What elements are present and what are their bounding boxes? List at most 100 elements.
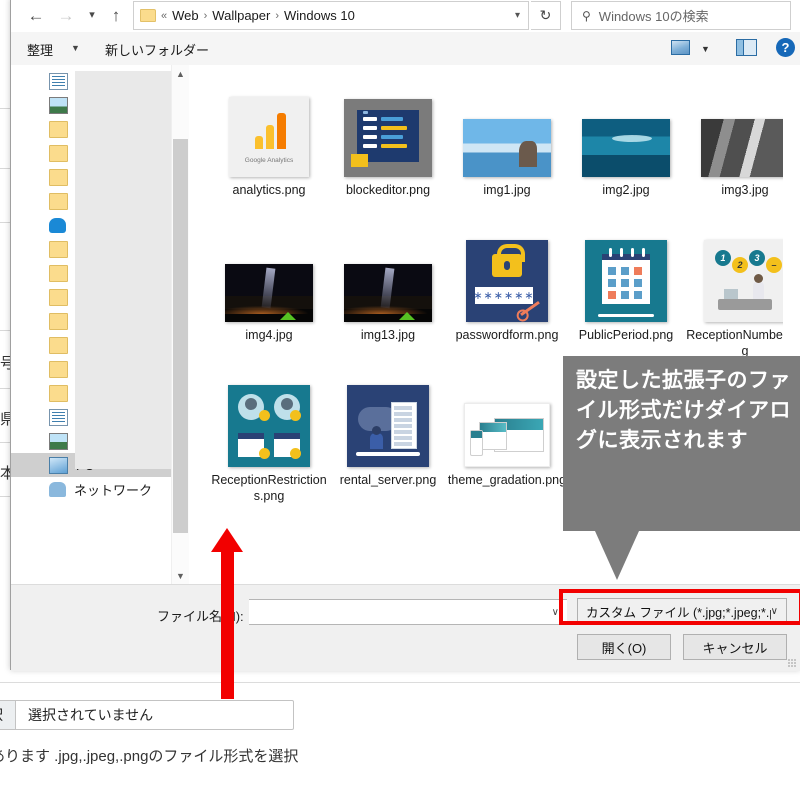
folder-icon (49, 360, 68, 378)
cancel-button[interactable]: キャンセル (683, 634, 787, 660)
forward-button[interactable]: → (53, 2, 79, 28)
annotation-callout: 設定した拡張子のファイル形式だけダイアログに表示されます (563, 356, 800, 531)
file-tile[interactable]: img4.jpg (209, 222, 329, 343)
breadcrumb-overflow[interactable]: « (156, 10, 172, 22)
filename-chevron-down-icon[interactable]: ∨ (552, 607, 559, 618)
file-name-label: img2.jpg (602, 183, 650, 197)
file-thumbnail (209, 222, 329, 322)
thumbnail-image: 1 2 3– (704, 240, 786, 322)
file-name-label: analytics.png (232, 183, 306, 197)
file-thumbnail (566, 222, 686, 322)
breadcrumb-item-wallpaper[interactable]: Wallpaper (212, 8, 270, 23)
thumbnail-image (463, 119, 551, 177)
file-tile[interactable]: img2.jpg (566, 77, 686, 198)
file-open-dialog: ← → ▾ ↑ « Web › Wallpaper › Windows 10 ▾… (10, 0, 800, 671)
help-button[interactable]: ? (776, 38, 795, 57)
redacted-folder-names-overlay (75, 71, 172, 343)
document-icon (49, 72, 68, 90)
new-folder-button[interactable]: 新しいフォルダー (105, 40, 209, 59)
thumbnail-image (344, 264, 432, 322)
file-tile[interactable]: rental_server.png (328, 367, 448, 488)
search-input[interactable]: Windows 10の検索 (599, 6, 709, 25)
refresh-icon[interactable]: ↻ (531, 1, 561, 30)
folder-icon (49, 384, 68, 402)
file-tile[interactable]: theme_gradation.png (447, 367, 567, 488)
breadcrumb-separator: › (275, 9, 280, 22)
choose-file-button[interactable]: 選択 (0, 701, 16, 729)
picture-icon (49, 432, 68, 450)
recent-locations-chevron-down-icon[interactable]: ▾ (79, 2, 105, 28)
divider (0, 682, 800, 683)
folder-icon (49, 336, 68, 354)
thumbnail-image (582, 119, 670, 177)
file-thumbnail (328, 367, 448, 467)
preview-pane-icon[interactable] (736, 39, 757, 56)
scroll-down-chevron-down-icon[interactable]: ▼ (172, 567, 189, 584)
folder-icon (49, 264, 68, 282)
open-button[interactable]: 開く(O) (577, 634, 671, 660)
tree-item-ネットワーク[interactable]: ネットワーク (11, 477, 189, 501)
filename-combobox[interactable]: ∨ (249, 599, 567, 625)
organize-menu[interactable]: 整理 (27, 40, 53, 59)
thumbnail-image: Google Analytics (229, 97, 309, 177)
folder-icon (140, 9, 156, 22)
redacted-folder-names-overlay (75, 343, 172, 469)
annotation-callout-tail (595, 531, 639, 580)
command-bar: 整理 ▼ 新しいフォルダー ▼ ? (11, 32, 800, 66)
folder-icon (49, 120, 68, 138)
no-file-selected-text: 選択されていません (28, 707, 154, 723)
up-one-level-button[interactable]: ↑ (103, 2, 129, 28)
view-chevron-down-icon[interactable]: ▼ (701, 44, 710, 54)
file-name-label: PublicPeriod.png (578, 328, 674, 342)
thumbnail-image (701, 119, 789, 177)
scroll-up-chevron-up-icon[interactable]: ▲ (172, 65, 189, 82)
file-thumbnail (209, 367, 329, 467)
file-name-label: rental_server.png (339, 473, 437, 487)
address-dropdown-chevron-down-icon[interactable]: ▾ (515, 10, 520, 21)
folder-icon (49, 288, 68, 306)
file-name-label: ReceptionRestrictions.png (211, 473, 327, 503)
file-name-label: img4.jpg (245, 328, 293, 342)
address-bar[interactable]: « Web › Wallpaper › Windows 10 ▾ (133, 1, 529, 30)
pc-icon (49, 456, 68, 474)
file-name-label: blockeditor.png (345, 183, 431, 197)
file-name-label: theme_gradation.png (447, 473, 567, 487)
file-tile[interactable]: blockeditor.png (328, 77, 448, 198)
file-thumbnail: ∗∗∗∗∗∗ (447, 222, 567, 322)
folder-icon (49, 240, 68, 258)
file-tile[interactable]: img1.jpg (447, 77, 567, 198)
file-thumbnail (566, 77, 686, 177)
tree-scrollbar-thumb[interactable] (173, 139, 188, 533)
file-thumbnail (447, 367, 567, 467)
file-input-control[interactable]: 選択 選択されていません (0, 700, 294, 730)
resize-grip[interactable] (787, 658, 796, 667)
tree-scrollbar[interactable]: ▲ ▼ (171, 65, 189, 584)
organize-chevron-down-icon[interactable]: ▼ (71, 43, 80, 53)
form-caption: 限があります .jpg,.jpeg,.pngのファイル形式を選択 (0, 748, 299, 765)
file-tile[interactable]: ∗∗∗∗∗∗ passwordform.png (447, 222, 567, 343)
thumbnail-image (347, 385, 429, 467)
thumbnail-image (225, 264, 313, 322)
file-name-label: img13.jpg (360, 328, 416, 342)
thumbnail-image (228, 385, 310, 467)
thumbnail-image (464, 403, 550, 467)
search-icon: ⚲ (582, 8, 591, 23)
file-tile[interactable]: img13.jpg (328, 222, 448, 343)
file-tile[interactable]: ReceptionRestrictions.png (209, 367, 329, 504)
back-button[interactable]: ← (23, 2, 49, 28)
breadcrumb-item-web[interactable]: Web (172, 8, 199, 23)
file-thumbnail (328, 77, 448, 177)
file-thumbnail (328, 222, 448, 322)
document-icon (49, 408, 68, 426)
web-page-file-field-area: 選択 選択されていません 限があります .jpg,.jpeg,.pngのファイル… (0, 682, 800, 800)
search-box[interactable]: ⚲ Windows 10の検索 (571, 1, 791, 30)
breadcrumb-item-windows10[interactable]: Windows 10 (284, 8, 355, 23)
file-thumbnail: Google Analytics (209, 77, 329, 177)
network-icon (49, 481, 66, 497)
folder-icon (49, 144, 68, 162)
view-layout-icon[interactable] (671, 40, 690, 55)
file-tile[interactable]: PublicPeriod.png (566, 222, 686, 343)
thumbnail-image: ∗∗∗∗∗∗ (466, 240, 548, 322)
cloud-icon (49, 217, 66, 233)
file-tile[interactable]: Google Analytics analytics.png (209, 77, 329, 198)
